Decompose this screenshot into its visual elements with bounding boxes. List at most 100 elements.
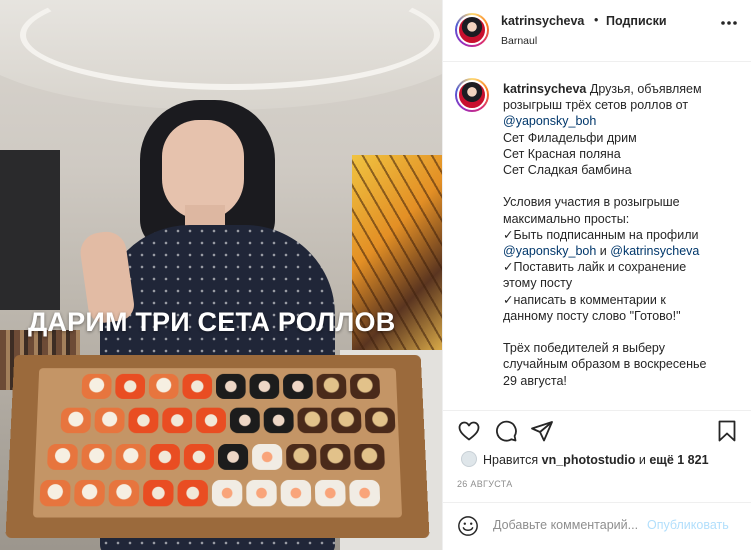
heart-icon[interactable] [457, 419, 481, 443]
sushi-roll [315, 480, 346, 506]
sushi-roll [94, 408, 124, 433]
avatar-photo [457, 15, 487, 45]
more-icon[interactable] [720, 20, 738, 26]
sushi-roll [218, 444, 248, 470]
sushi-roll [184, 444, 214, 470]
author-avatar[interactable] [455, 13, 489, 47]
liker-username-link[interactable]: vn_photostudio [542, 453, 636, 467]
roll-row [47, 444, 385, 470]
sushi-roll [81, 374, 111, 399]
caption-line: katrinsycheva Друзья, объявляем [503, 81, 741, 97]
sushi-roll [297, 408, 327, 433]
smiley-icon[interactable] [457, 515, 479, 537]
sushi-roll [39, 480, 70, 506]
post-side-panel: katrinsycheva • Подписки Barnaul katrins… [442, 0, 751, 550]
follow-status-button[interactable]: Подписки [606, 14, 667, 28]
sushi-roll [143, 480, 174, 506]
sushi-roll [108, 480, 139, 506]
mention-link[interactable]: @yaponsky_boh [503, 113, 741, 129]
post-photo[interactable]: ДАРИМ ТРИ СЕТА РОЛЛОВ [0, 0, 442, 550]
sushi-tray [5, 355, 429, 538]
sushi-roll [349, 480, 380, 506]
roll-row [81, 374, 380, 399]
sushi-roll [115, 444, 146, 470]
caption-username-link[interactable]: katrinsycheva [503, 82, 586, 96]
caption-author-avatar[interactable] [455, 78, 489, 112]
avatar-photo [457, 80, 487, 110]
caption-line: @yaponsky_boh и @katrinsycheva [503, 243, 741, 259]
sushi-roll [196, 408, 226, 433]
sushi-roll [150, 444, 180, 470]
mention-link[interactable]: @katrinsycheva [610, 244, 699, 258]
paper-plane-icon[interactable] [530, 419, 554, 443]
sushi-roll [320, 444, 351, 470]
ceiling [0, 0, 442, 110]
ceiling-light-ring [20, 0, 440, 90]
sushi-roll [252, 444, 282, 470]
caption-blank-line [503, 178, 741, 194]
roll-row [39, 480, 380, 506]
caption-line: розыгрыш трёх сетов роллов от [503, 97, 741, 113]
likes-middle: и [635, 453, 649, 467]
caption-text: katrinsycheva Друзья, объявляем розыгрыш… [503, 81, 741, 389]
sushi-roll [115, 374, 145, 399]
sushi-roll [230, 408, 260, 433]
sushi-roll [81, 444, 112, 470]
header-separator: • [594, 13, 598, 27]
author-username-link[interactable]: katrinsycheva [501, 14, 584, 28]
caption-line: ✓Быть подписанным на профили [503, 227, 741, 243]
caption-blank-line [503, 324, 741, 340]
sushi-roll [47, 444, 78, 470]
caption-line: ✓написать в комментарии к [503, 292, 741, 308]
kitchen-wall [0, 150, 60, 310]
caption-line: Сет Сладкая бамбина [503, 162, 741, 178]
sushi-roll [182, 374, 212, 399]
sushi-roll [354, 444, 385, 470]
caption-line: максимально просты: [503, 211, 741, 227]
roll-row [60, 408, 395, 433]
sushi-roll [177, 480, 207, 506]
caption-line: Сет Красная поляна [503, 146, 741, 162]
sushi-roll [149, 374, 179, 399]
sushi-roll [249, 374, 279, 399]
caption-line: этому посту [503, 275, 741, 291]
sushi-roll [331, 408, 362, 433]
sushi-roll [246, 480, 277, 506]
caption-fragment: Друзья, объявляем [590, 82, 702, 96]
photo-overlay-text: ДАРИМ ТРИ СЕТА РОЛЛОВ [28, 307, 395, 338]
sushi-roll [286, 444, 317, 470]
sushi-roll [74, 480, 105, 506]
likes-prefix: Нравится [483, 453, 542, 467]
sushi-roll [281, 480, 312, 506]
sushi-roll [212, 480, 242, 506]
caption-line: Условия участия в розыгрыше [503, 194, 741, 210]
sushi-roll [128, 408, 158, 433]
bookmark-icon[interactable] [715, 419, 739, 443]
liker-avatar[interactable] [461, 451, 477, 467]
likes-row: Нравится vn_photostudio и ещё 1 821 [443, 448, 751, 472]
location-link[interactable]: Barnaul [501, 35, 537, 47]
mention-link[interactable]: @yaponsky_boh [503, 244, 596, 258]
publish-button[interactable]: Опубликовать [647, 518, 729, 532]
comment-bar: Опубликовать [443, 502, 751, 550]
comment-icon[interactable] [494, 419, 518, 443]
action-bar [443, 410, 751, 448]
sushi-roll [316, 374, 346, 399]
likes-count-link[interactable]: ещё 1 821 [649, 453, 708, 467]
caption-line: Трёх победителей я выберу [503, 340, 741, 356]
caption-line: ✓Поставить лайк и сохранение [503, 259, 741, 275]
sushi-roll [365, 408, 396, 433]
comment-input[interactable] [493, 518, 643, 532]
caption-section: katrinsycheva Друзья, объявляем розыгрыш… [443, 62, 751, 410]
post-header: katrinsycheva • Подписки Barnaul [443, 0, 751, 62]
likes-summary[interactable]: Нравится vn_photostudio и ещё 1 821 [483, 453, 709, 467]
caption-fragment: и [596, 244, 610, 258]
post-date[interactable]: 26 АВГУСТА [457, 479, 513, 489]
sushi-roll [283, 374, 313, 399]
caption-line: случайным образом в воскресенье [503, 356, 741, 372]
sushi-roll [162, 408, 192, 433]
sushi-roll [350, 374, 380, 399]
sushi-roll [216, 374, 246, 399]
sushi-roll [60, 408, 91, 433]
caption-line: 29 августа! [503, 373, 741, 389]
